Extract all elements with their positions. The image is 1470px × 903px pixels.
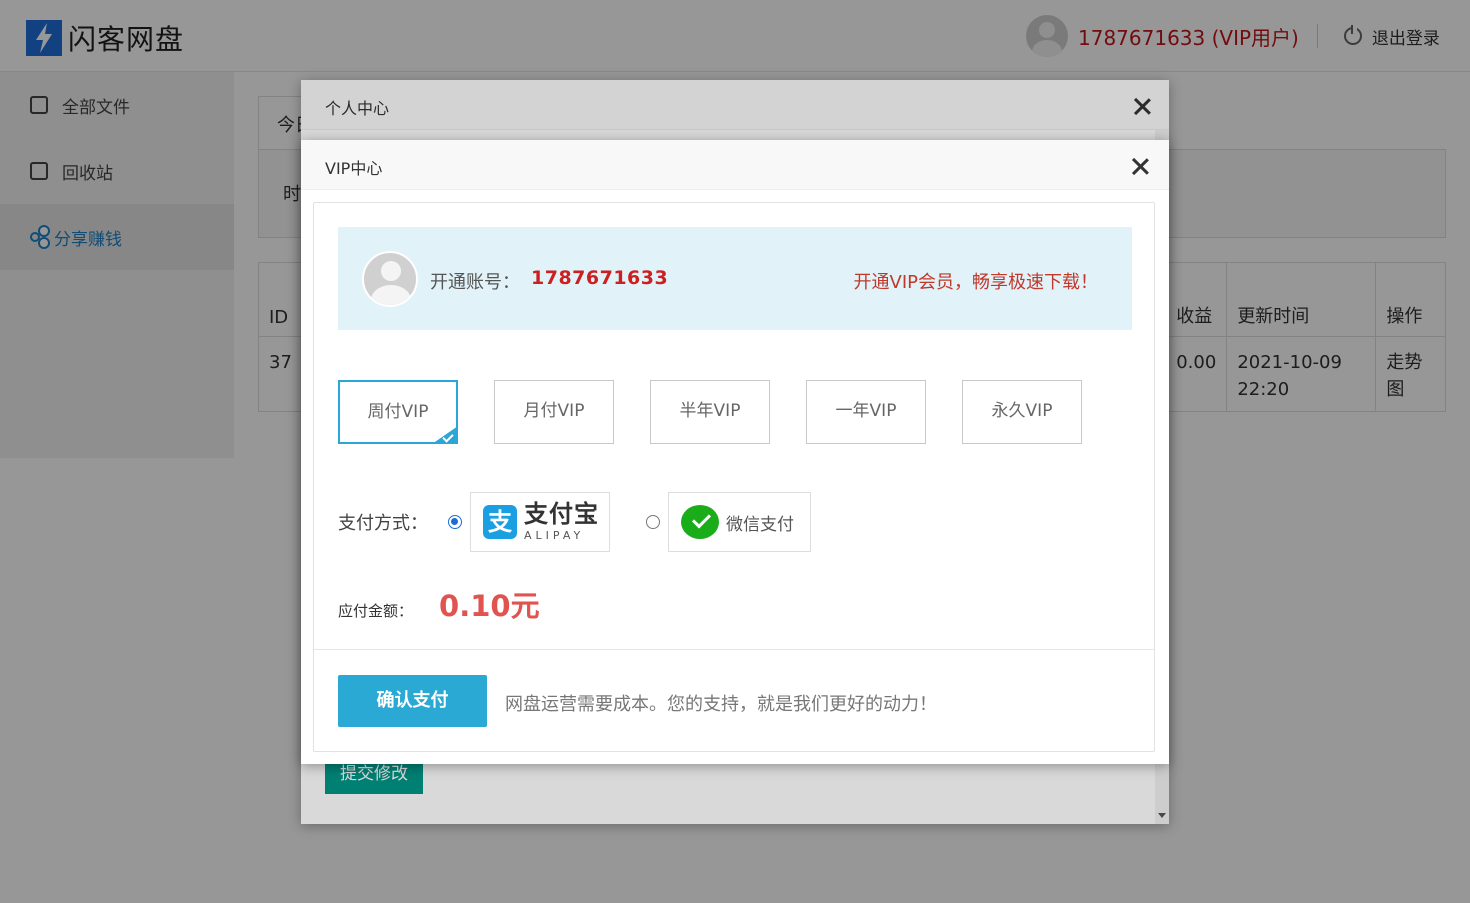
alipay-icon: 支: [483, 505, 517, 539]
amount-label: 应付金额：: [338, 602, 414, 620]
plan-label: 一年VIP: [835, 401, 897, 421]
vip-card: 开通账号： 1787671633 开通VIP会员，畅享极速下载！ 周付VIP 月…: [313, 202, 1155, 752]
account-label: 开通账号：: [430, 272, 520, 293]
wechat-icon: [681, 505, 719, 539]
payment-label: 支付方式：: [338, 513, 428, 534]
wechat-pay-name: 微信支付: [726, 514, 794, 535]
plan-half-year-vip[interactable]: 半年VIP: [650, 380, 770, 444]
plan-monthly-vip[interactable]: 月付VIP: [494, 380, 614, 444]
close-icon[interactable]: [1131, 157, 1149, 175]
check-icon: [432, 426, 458, 444]
alipay-radio[interactable]: [448, 515, 462, 529]
modal-header: VIP中心: [301, 140, 1169, 190]
plan-one-year-vip[interactable]: 一年VIP: [806, 380, 926, 444]
confirm-payment-button[interactable]: 确认支付: [338, 675, 487, 727]
plan-label: 周付VIP: [367, 402, 429, 422]
avatar: [362, 251, 418, 307]
plan-weekly-vip[interactable]: 周付VIP: [338, 380, 458, 444]
alipay-option[interactable]: 支 支付宝 ALIPAY: [470, 492, 610, 552]
vip-center-modal: VIP中心 开通账号： 1787671633 开通VIP会员，畅享极速下载！ 周…: [301, 140, 1169, 764]
wechat-pay-radio[interactable]: [646, 515, 660, 529]
plan-label: 永久VIP: [991, 401, 1053, 421]
payment-method-row: 支付方式： 支 支付宝 ALIPAY 微信支付: [338, 491, 811, 553]
modal-title: VIP中心: [325, 159, 383, 178]
plan-label: 半年VIP: [679, 401, 741, 421]
support-message: 网盘运营需要成本。您的支持，就是我们更好的动力！: [505, 694, 937, 715]
amount-value: 0.10元: [439, 589, 540, 623]
wechat-pay-option[interactable]: 微信支付: [668, 492, 811, 552]
account-id: 1787671633: [531, 267, 669, 289]
account-banner: 开通账号： 1787671633 开通VIP会员，畅享极速下载！: [338, 227, 1132, 330]
divider: [314, 649, 1154, 650]
vip-plan-options: 周付VIP 月付VIP 半年VIP 一年VIP 永久VIP: [338, 380, 1118, 444]
alipay-en-name: ALIPAY: [524, 529, 585, 542]
amount-row: 应付金额： 0.10元: [338, 583, 540, 625]
plan-lifetime-vip[interactable]: 永久VIP: [962, 380, 1082, 444]
plan-label: 月付VIP: [523, 401, 585, 421]
alipay-name: 支付宝: [524, 500, 599, 528]
vip-slogan: 开通VIP会员，畅享极速下载！: [853, 272, 1098, 293]
